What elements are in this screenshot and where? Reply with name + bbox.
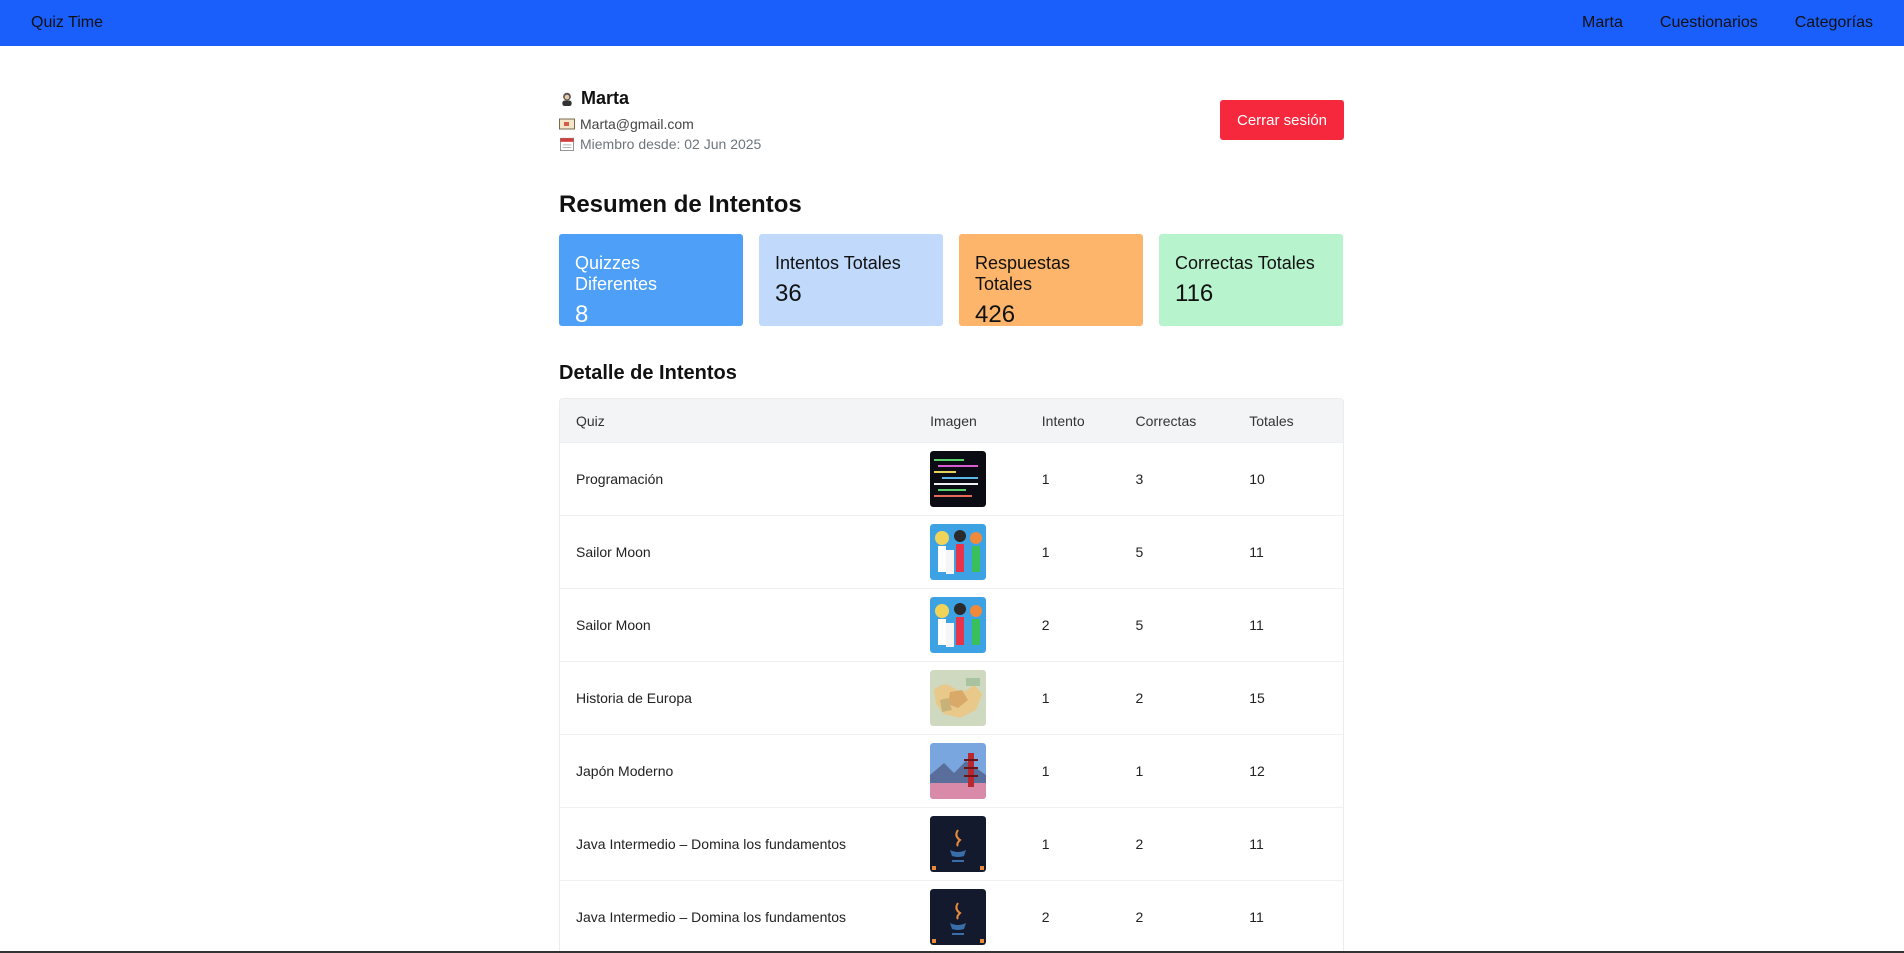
row-quiz-name: Programación xyxy=(576,471,664,487)
row-total: 11 xyxy=(1249,836,1264,852)
row-quiz-name: Historia de Europa xyxy=(576,690,692,706)
row-attempt: 1 xyxy=(1041,836,1050,852)
card-value: 36 xyxy=(775,280,802,307)
row-attempt: 1 xyxy=(1041,471,1050,487)
card-label: Respuestas Totales xyxy=(975,253,1071,294)
row-total: 11 xyxy=(1249,617,1264,633)
row-total: 12 xyxy=(1249,763,1265,779)
attempts-table: Quiz Imagen Intento Correctas Totales Pr… xyxy=(559,398,1344,953)
row-correct: 2 xyxy=(1135,836,1144,852)
row-image xyxy=(930,597,1039,653)
table-row: Historia de Europa 1 2 15 xyxy=(560,662,1343,735)
table-row: Sailor Moon 2 5 11 xyxy=(560,589,1343,662)
row-quiz-name: Sailor Moon xyxy=(576,544,651,560)
card-label: Quizzes Diferentes xyxy=(575,253,658,294)
row-image xyxy=(930,889,1039,945)
calendar-icon xyxy=(560,137,574,151)
java-thumbnail-image xyxy=(930,816,987,872)
profile-member-since: Miembro desde: 02 Jun 2025 xyxy=(559,136,761,152)
nav-links: Marta Cuestionarios Categorías xyxy=(1582,14,1873,32)
row-attempt: 1 xyxy=(1041,544,1050,560)
table-row: Java Intermedio – Domina los fundamentos… xyxy=(560,881,1343,953)
row-image xyxy=(930,670,1039,726)
row-image xyxy=(930,451,1039,507)
anime-thumbnail-image xyxy=(930,597,987,653)
row-correct: 1 xyxy=(1135,763,1144,779)
row-quiz-name: Java Intermedio – Domina los fundamentos xyxy=(576,836,847,852)
anime-thumbnail-image xyxy=(930,524,987,580)
row-correct: 5 xyxy=(1135,544,1144,560)
row-quiz-name: Java Intermedio – Domina los fundamentos xyxy=(576,909,847,925)
java-thumbnail-image xyxy=(930,889,987,945)
card-quizzes-different: Quizzes Diferentes 8 xyxy=(559,234,743,328)
column-header-attempt: Intento xyxy=(1041,412,1085,429)
profile-header: Marta Marta@gmail.com Miembro desde: 02 … xyxy=(559,46,1344,154)
nav-link-categories[interactable]: Categorías xyxy=(1795,14,1873,32)
row-total: 11 xyxy=(1249,544,1264,560)
column-header-image: Imagen xyxy=(930,412,977,429)
profile-name: Marta xyxy=(559,88,629,109)
card-total-correct: Correctas Totales 116 xyxy=(1159,234,1343,326)
card-label: Intentos Totales xyxy=(775,253,901,273)
profile-name-text: Marta xyxy=(581,88,630,108)
table-row: Programación 1 3 10 xyxy=(560,443,1343,516)
table-row: Japón Moderno 1 1 12 xyxy=(560,735,1343,808)
row-image xyxy=(930,743,1039,799)
map-thumbnail-image xyxy=(930,670,987,726)
detail-title: Detalle de Intentos xyxy=(559,362,737,384)
card-value: 116 xyxy=(1175,280,1214,307)
card-value: 426 xyxy=(975,301,1016,328)
logout-button[interactable]: Cerrar sesión xyxy=(1220,100,1344,140)
row-attempt: 2 xyxy=(1041,617,1050,633)
row-attempt: 2 xyxy=(1041,909,1050,925)
table-row: Java Intermedio – Domina los fundamentos… xyxy=(560,808,1343,881)
row-image xyxy=(930,816,1039,872)
main-content: Marta Marta@gmail.com Miembro desde: 02 … xyxy=(559,46,1344,953)
column-header-correct: Correctas xyxy=(1135,412,1197,429)
nav-link-profile[interactable]: Marta xyxy=(1582,14,1623,32)
row-correct: 2 xyxy=(1135,690,1144,706)
row-correct: 5 xyxy=(1135,617,1144,633)
profile-member-since-text: Miembro desde: 02 Jun 2025 xyxy=(580,136,762,152)
row-total: 15 xyxy=(1249,690,1265,706)
code-thumbnail-image xyxy=(930,451,987,507)
table-row: Sailor Moon 1 5 11 xyxy=(560,516,1343,589)
summary-title: Resumen de Intentos xyxy=(559,191,802,218)
row-correct: 3 xyxy=(1135,471,1144,487)
summary-cards: Quizzes Diferentes 8 Intentos Totales 36… xyxy=(559,234,1344,328)
row-attempt: 1 xyxy=(1041,690,1050,706)
table-header-row: Quiz Imagen Intento Correctas Totales xyxy=(560,399,1343,443)
row-correct: 2 xyxy=(1135,909,1144,925)
column-header-quiz: Quiz xyxy=(576,412,605,429)
brand-link[interactable]: Quiz Time xyxy=(31,14,103,32)
card-total-attempts: Intentos Totales 36 xyxy=(759,234,943,326)
card-total-answers: Respuestas Totales 426 xyxy=(959,234,1143,328)
row-image xyxy=(930,524,1039,580)
row-quiz-name: Sailor Moon xyxy=(576,617,651,633)
column-header-total: Totales xyxy=(1249,412,1294,429)
pagoda-thumbnail-image xyxy=(930,743,987,799)
profile-email-text: Marta@gmail.com xyxy=(580,116,694,132)
mail-icon xyxy=(559,118,575,130)
top-navbar: Quiz Time Marta Cuestionarios Categorías xyxy=(0,0,1904,46)
card-label: Correctas Totales xyxy=(1175,253,1315,273)
card-value: 8 xyxy=(575,301,589,328)
profile-email: Marta@gmail.com xyxy=(559,116,694,132)
row-quiz-name: Japón Moderno xyxy=(576,763,674,779)
row-attempt: 1 xyxy=(1041,763,1050,779)
row-total: 11 xyxy=(1249,909,1264,925)
row-total: 10 xyxy=(1249,471,1265,487)
user-icon xyxy=(562,92,572,106)
nav-link-quizzes[interactable]: Cuestionarios xyxy=(1660,14,1758,32)
